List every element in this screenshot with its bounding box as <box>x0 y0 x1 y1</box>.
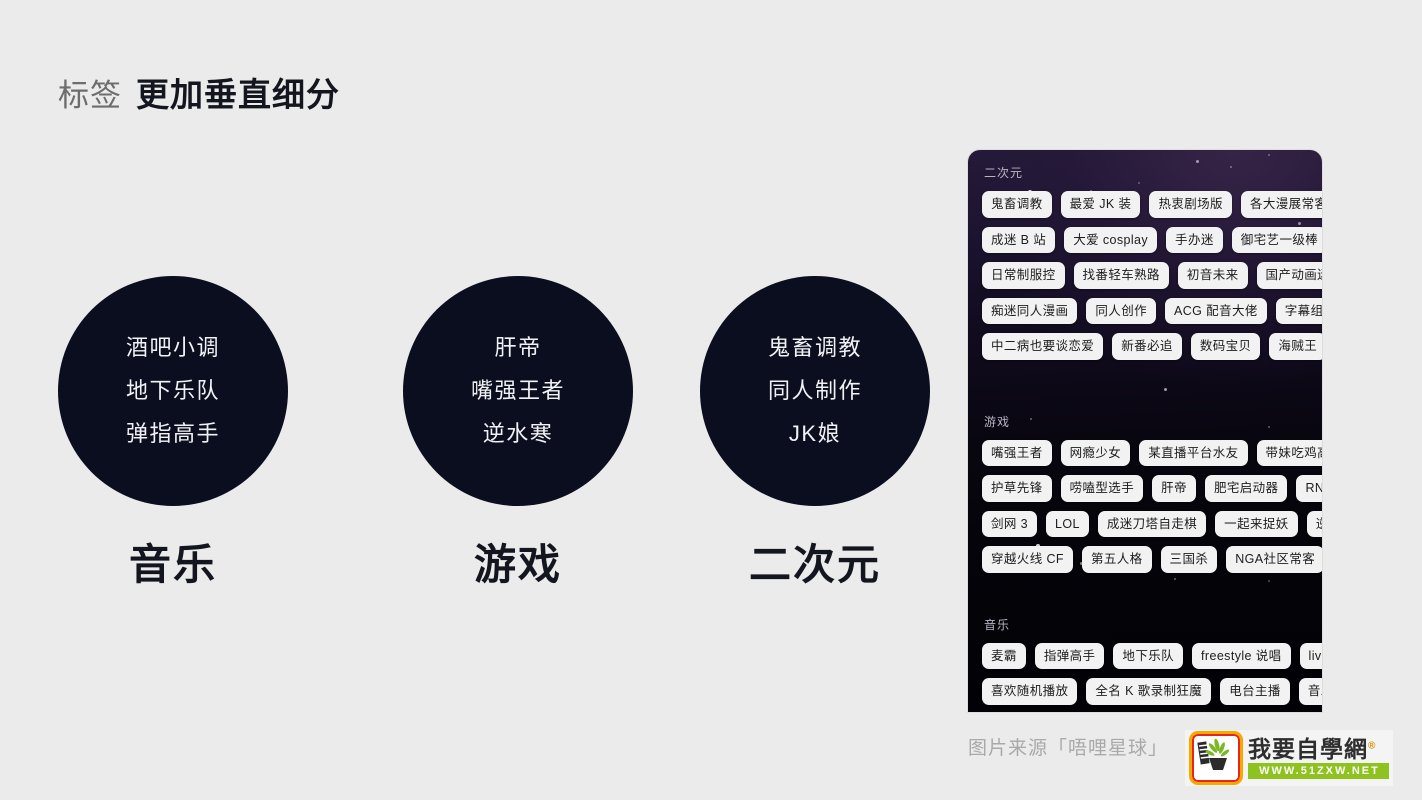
tag-row: 日常制服控 找番轻车熟路 初音未来 国产动画迷 <box>982 262 1322 289</box>
tag-chip[interactable]: 各大漫展常客 <box>1240 191 1322 218</box>
tag-chip[interactable]: 喜欢随机播放 <box>982 678 1078 705</box>
tag-chip[interactable]: LOL <box>1046 510 1089 537</box>
tag-chip[interactable]: 三国杀 <box>1160 546 1218 573</box>
tag-chip[interactable]: 穿越火线 CF <box>982 546 1073 573</box>
tag-chip[interactable]: livehouse 常客 <box>1299 642 1322 669</box>
page-title-main: 更加垂直细分 <box>136 76 340 113</box>
circle-tag: 地下乐队 <box>125 378 220 403</box>
tag-chip[interactable]: 最爱 JK 装 <box>1060 191 1141 218</box>
tag-chip[interactable]: 唠嗑型选手 <box>1060 475 1144 502</box>
tag-chip[interactable]: 日常制服控 <box>982 262 1065 289</box>
registered-mark: ® <box>1368 740 1377 752</box>
tag-chip[interactable]: 国产动画迷 <box>1256 262 1322 289</box>
tag-chip[interactable]: 热衷剧场版 <box>1149 191 1232 218</box>
circle-tag: 酒吧小调 <box>125 335 220 360</box>
circle-tag: 同人制作 <box>767 378 862 403</box>
panel-tag-rows-music: 麦霸 指弹高手 地下乐队 freestyle 说唱 livehouse 常客 喜… <box>982 642 1322 713</box>
tag-row: 鬼畜调教 最爱 JK 装 热衷剧场版 各大漫展常客 <box>982 191 1322 218</box>
category-circles: 酒吧小调 地下乐队 弹指高手 音乐 肝帝 嘴强王者 逆水寒 游戏 鬼畜调教 同人… <box>58 276 930 596</box>
circle-tag: 逆水寒 <box>482 421 554 446</box>
tag-chip[interactable]: 同人创作 <box>1086 297 1157 324</box>
tag-chip[interactable]: 带妹吃鸡高手 <box>1256 439 1322 466</box>
plant-ladder-icon <box>1189 731 1243 785</box>
tag-chip[interactable]: 剑网 3 <box>982 510 1038 537</box>
category-label: 游戏 <box>473 541 562 588</box>
tag-chip[interactable]: 肝帝 <box>1152 475 1196 502</box>
tag-row: 喜欢随机播放 全名 K 歌录制狂魔 电台主播 音乐是饭碗 音 <box>982 678 1322 705</box>
circle-tag: 嘴强王者 <box>470 378 565 403</box>
tag-chip[interactable]: 嘴强王者 <box>982 439 1052 466</box>
page-title-kicker: 标签 <box>58 78 122 113</box>
tag-row: 剑网 3 LOL 成迷刀塔自走棋 一起来捉妖 逆水寒 和平精英 <box>982 510 1322 537</box>
panel-tag-rows-game: 嘴强王者 网瘾少女 某直播平台水友 带妹吃鸡高手 UZI 头 护草先锋 唠嗑型选… <box>982 439 1322 573</box>
tag-chip[interactable]: 成迷 B 站 <box>982 226 1056 253</box>
category-circle: 肝帝 嘴强王者 逆水寒 <box>403 276 633 506</box>
tag-row: 成迷 B 站 大爱 cosplay 手办迷 御宅艺一级棒 <box>982 226 1322 253</box>
category-label: 音乐 <box>128 541 217 588</box>
panel-section-title-music: 音乐 <box>984 617 1011 632</box>
tag-chip[interactable]: 数码宝贝 <box>1190 333 1261 360</box>
tag-chip[interactable]: RNG 战队 <box>1296 475 1322 502</box>
tag-chip[interactable]: 网瘾少女 <box>1060 439 1131 466</box>
circle-tag: 肝帝 <box>494 335 542 360</box>
logo-site-url: WWW.51ZXW.NET <box>1248 763 1389 780</box>
tag-chip[interactable]: 大爱 cosplay <box>1064 226 1158 253</box>
logo-site-name-text: 我要自學網 <box>1248 735 1368 762</box>
tag-chip[interactable]: freestyle 说唱 <box>1192 642 1291 669</box>
tag-chip[interactable]: 地下乐队 <box>1113 642 1184 669</box>
tag-chip[interactable]: 护草先锋 <box>982 475 1052 502</box>
tag-chip[interactable]: ACG 配音大佬 <box>1165 297 1267 324</box>
tag-row: 嘴强王者 网瘾少女 某直播平台水友 带妹吃鸡高手 UZI 头 <box>982 439 1322 466</box>
phone-screenshot-panel: 二次元 鬼畜调教 最爱 JK 装 热衷剧场版 各大漫展常客 成迷 B 站 大爱 … <box>968 150 1322 712</box>
tag-chip[interactable]: 新番必追 <box>1112 333 1182 360</box>
tag-chip[interactable]: 指弹高手 <box>1034 642 1105 669</box>
circle-tag: 弹指高手 <box>125 421 220 446</box>
panel-section-title-game: 游戏 <box>984 414 1011 429</box>
tag-chip[interactable]: 逆水寒 <box>1306 510 1322 537</box>
tag-chip[interactable]: 肥宅启动器 <box>1204 475 1288 502</box>
logo-site-name: 我要自學網® <box>1248 737 1389 761</box>
tag-chip[interactable]: NGA社区常客 <box>1226 546 1322 573</box>
panel-section-title-acg: 二次元 <box>984 166 1024 180</box>
tag-chip[interactable]: 某直播平台水友 <box>1139 439 1248 466</box>
category-label: 二次元 <box>748 541 881 588</box>
tag-chip[interactable]: 初音未来 <box>1177 262 1248 289</box>
tag-chip[interactable]: 第五人格 <box>1081 546 1152 573</box>
tag-chip[interactable]: 字幕组 <box>1275 297 1322 324</box>
category-group-game: 肝帝 嘴强王者 逆水寒 游戏 <box>403 276 633 586</box>
tag-chip[interactable]: 找番轻车熟路 <box>1073 262 1169 289</box>
category-group-acg: 鬼畜调教 同人制作 JK娘 二次元 <box>700 276 930 586</box>
panel-tag-rows-acg: 鬼畜调教 最爱 JK 装 热衷剧场版 各大漫展常客 成迷 B 站 大爱 cosp… <box>982 191 1322 360</box>
tag-chip[interactable]: 电台主播 <box>1220 678 1290 705</box>
tag-row: 麦霸 指弹高手 地下乐队 freestyle 说唱 livehouse 常客 <box>982 642 1322 669</box>
tag-chip[interactable]: 中二病也要谈恋爱 <box>982 333 1104 360</box>
circle-tag: JK娘 <box>788 421 842 446</box>
site-logo: 我要自學網® WWW.51ZXW.NET <box>1185 730 1393 786</box>
tag-chip[interactable]: 海贼王 <box>1269 333 1322 360</box>
image-source-credit: 图片来源「唔哩星球」 <box>968 738 1169 759</box>
tag-chip[interactable]: 成迷刀塔自走棋 <box>1097 510 1207 537</box>
tag-chip[interactable]: 鬼畜调教 <box>982 191 1052 218</box>
tag-chip[interactable]: 手办迷 <box>1166 226 1223 253</box>
tag-row: 痴迷同人漫画 同人创作 ACG 配音大佬 字幕组 <box>982 297 1322 324</box>
category-circle: 酒吧小调 地下乐队 弹指高手 <box>58 276 288 506</box>
tag-row: 护草先锋 唠嗑型选手 肝帝 肥宅启动器 RNG 战队 LNG <box>982 475 1322 502</box>
tag-chip[interactable]: 痴迷同人漫画 <box>982 297 1078 324</box>
circle-tag: 鬼畜调教 <box>767 335 862 360</box>
tag-row: 穿越火线 CF 第五人格 三国杀 NGA社区常客 LG战队 <box>982 546 1322 573</box>
page-title: 标签 更加垂直细分 <box>58 68 340 116</box>
tag-chip[interactable]: 麦霸 <box>982 642 1026 669</box>
tag-chip[interactable]: 一起来捉妖 <box>1215 510 1298 537</box>
logo-text-block: 我要自學網® WWW.51ZXW.NET <box>1248 737 1389 780</box>
tag-chip[interactable]: 全名 K 歌录制狂魔 <box>1086 678 1212 705</box>
tag-chip[interactable]: 音乐是饭碗 <box>1298 678 1322 705</box>
tag-row: 中二病也要谈恋爱 新番必追 数码宝贝 海贼王 <box>982 333 1322 360</box>
category-group-music: 酒吧小调 地下乐队 弹指高手 音乐 <box>58 276 288 586</box>
category-circle: 鬼畜调教 同人制作 JK娘 <box>700 276 930 506</box>
tag-chip[interactable]: 御宅艺一级棒 <box>1231 226 1322 253</box>
